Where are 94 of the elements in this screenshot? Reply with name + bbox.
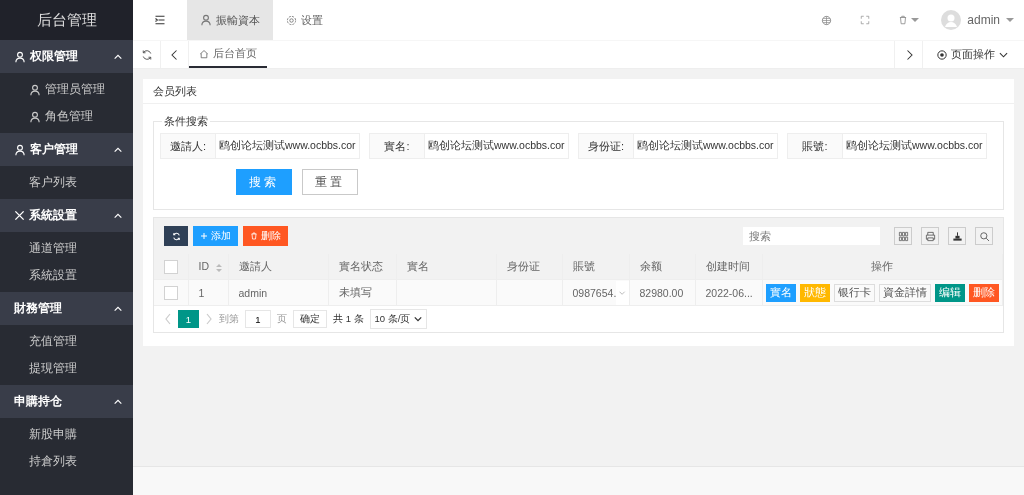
- refresh-icon: [171, 231, 181, 241]
- sidebar-item[interactable]: 管理员管理: [0, 76, 133, 103]
- columns-button[interactable]: [894, 227, 912, 245]
- column-header: 操作: [762, 254, 1003, 280]
- confirm-button[interactable]: 确定: [293, 310, 327, 328]
- avatar-icon: [941, 10, 962, 30]
- column-header: 余额: [629, 254, 695, 280]
- header-tab[interactable]: 设置: [273, 0, 336, 40]
- print-icon: [924, 230, 936, 242]
- export-button[interactable]: [948, 227, 966, 245]
- sidebar-item[interactable]: 客户列表: [0, 169, 133, 196]
- sidebar-item[interactable]: 持倉列表: [0, 448, 133, 475]
- group-label: 財務管理: [14, 300, 62, 317]
- settings-icon: [286, 14, 297, 26]
- person-icon: [29, 110, 41, 123]
- sidebar-item[interactable]: 通道管理: [0, 235, 133, 262]
- sidebar-group[interactable]: 財務管理: [0, 292, 133, 325]
- trash-icon: [898, 15, 909, 25]
- refresh-icon: [140, 48, 153, 61]
- caret-icon: [414, 316, 423, 322]
- header-tab[interactable]: 振輸資本: [187, 0, 273, 40]
- sidebar-item[interactable]: 角色管理: [0, 103, 133, 130]
- caret-icon: [999, 50, 1008, 59]
- export-icon: [951, 230, 963, 242]
- caret-icon: [1006, 18, 1014, 22]
- input-field[interactable]: 鸥创论坛测试www.ocbbs.cor: [216, 133, 360, 159]
- tools-icon: [14, 210, 25, 221]
- group-label: 权限管理: [30, 48, 78, 65]
- search-icon: [978, 230, 990, 242]
- sidebar-item[interactable]: 提現管理: [0, 355, 133, 382]
- sidebar-item[interactable]: 新股申購: [0, 421, 133, 448]
- sidebar-item[interactable]: 充值管理: [0, 328, 133, 355]
- columns-icon: [897, 230, 909, 242]
- table-cell: 0987654.: [572, 286, 617, 299]
- plus-icon: [200, 232, 208, 240]
- input-field[interactable]: 鸥创论坛测试www.ocbbs.cor: [843, 133, 987, 159]
- sidebar-group[interactable]: 客户管理: [0, 133, 133, 166]
- column-header: 创建时间: [695, 254, 762, 280]
- globe-icon: [821, 14, 833, 26]
- home-icon: [199, 48, 209, 59]
- column-header: ID: [188, 254, 228, 280]
- sidebar-item[interactable]: 系統設置: [0, 262, 133, 289]
- checkbox[interactable]: [164, 285, 178, 300]
- column-header: 身份证: [496, 254, 562, 280]
- group-label: 客户管理: [30, 141, 78, 158]
- group-label: 系統設置: [29, 207, 77, 224]
- table-cell: admin: [228, 279, 328, 306]
- checkbox[interactable]: [164, 259, 178, 274]
- search-button[interactable]: [975, 227, 993, 245]
- column-header: 邀請人: [228, 254, 328, 280]
- page-unit: 页: [277, 312, 287, 326]
- field-label: 邀請人:: [160, 133, 216, 159]
- input-field[interactable]: 鸥创论坛测试www.ocbbs.cor: [634, 133, 778, 159]
- page-button[interactable]: 1: [178, 310, 199, 328]
- action-button[interactable]: 银行卡: [833, 283, 875, 302]
- print-button[interactable]: [921, 227, 939, 245]
- next-icon: [205, 313, 213, 325]
- target-icon: [937, 49, 947, 60]
- page-actions-menu[interactable]: 页面操作: [922, 41, 1024, 68]
- field-label: 身份证:: [578, 133, 634, 159]
- action-button[interactable]: 编辑: [934, 283, 965, 302]
- form-legend: 条件搜索: [162, 114, 210, 129]
- table-cell: 82980.00: [629, 279, 695, 306]
- field-label: 實名:: [369, 133, 425, 159]
- column-header: 實名状态: [328, 254, 396, 280]
- total-count: 共 1 条: [333, 312, 364, 326]
- goto-label: 到第: [219, 312, 239, 326]
- person-icon: [200, 14, 212, 26]
- sidebar-title: 后台管理: [0, 0, 133, 40]
- page-input[interactable]: 1: [245, 310, 271, 328]
- sidebar-group[interactable]: 系統設置: [0, 199, 133, 232]
- person-icon: [29, 83, 41, 96]
- menu-icon: [154, 14, 166, 26]
- action-button[interactable]: 資金詳情: [878, 283, 931, 302]
- prev-icon: [164, 313, 172, 325]
- sidebar-group[interactable]: 申購持仓: [0, 385, 133, 418]
- fullscreen-icon: [860, 15, 871, 25]
- refresh-button[interactable]: [164, 226, 188, 246]
- column-header: 賬號: [562, 254, 629, 280]
- person-icon: [14, 50, 26, 63]
- search-field[interactable]: 搜索: [743, 227, 880, 245]
- user-name[interactable]: admin: [967, 13, 1000, 27]
- column-header: 實名: [396, 254, 496, 280]
- person-icon: [14, 143, 26, 156]
- group-label: 申購持仓: [14, 393, 62, 410]
- trash-icon: [250, 232, 258, 240]
- sidebar-group[interactable]: 权限管理: [0, 40, 133, 73]
- table-cell: 未填写: [328, 279, 396, 306]
- field-label: 賬號:: [787, 133, 843, 159]
- panel-title: 会员列表: [143, 79, 1014, 104]
- reset-button[interactable]: 重置: [302, 169, 358, 195]
- caret-icon: [911, 18, 920, 22]
- input-field[interactable]: 鸥创论坛测试www.ocbbs.cor: [425, 133, 569, 159]
- page-size-select[interactable]: 10 条/页: [369, 309, 428, 329]
